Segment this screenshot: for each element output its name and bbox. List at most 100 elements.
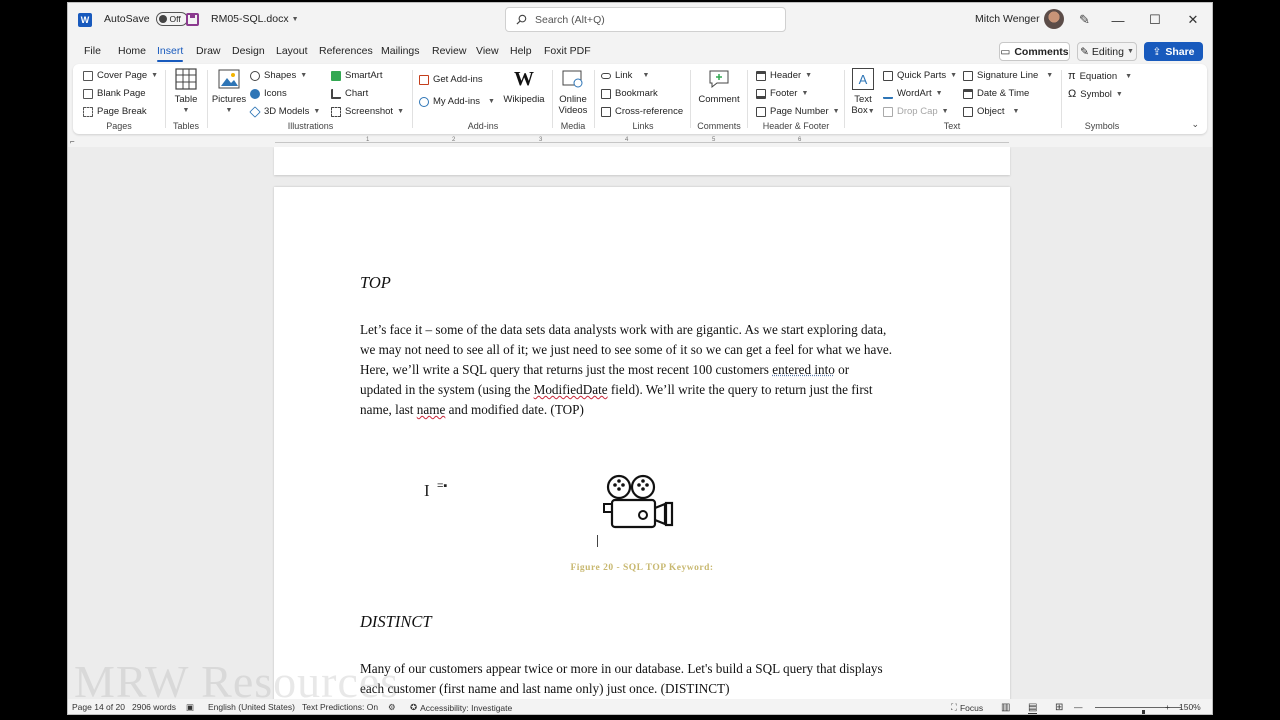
page-count[interactable]: Page 14 of 20 bbox=[72, 702, 125, 712]
tab-review[interactable]: Review bbox=[432, 45, 466, 57]
video-camera-icon[interactable] bbox=[601, 474, 681, 534]
screenshot-icon bbox=[331, 106, 341, 117]
tab-selector-icon[interactable]: ⌐ bbox=[70, 137, 75, 146]
screenshot-button[interactable]: Screenshot ▼ bbox=[331, 106, 404, 117]
user-name[interactable]: Mitch Wenger bbox=[975, 13, 1040, 25]
tab-insert[interactable]: Insert bbox=[157, 45, 184, 62]
page-number-button[interactable]: Page Number ▼ bbox=[756, 106, 840, 117]
print-layout-icon[interactable]: ▤ bbox=[1028, 702, 1038, 714]
paragraph-line: name, last name and modified date. (TOP) bbox=[360, 400, 930, 420]
wikipedia-button[interactable]: W Wikipedia bbox=[501, 68, 547, 106]
3d-models-button[interactable]: 3D Models ▼ bbox=[249, 105, 320, 118]
avatar[interactable] bbox=[1044, 9, 1064, 29]
equation-button[interactable]: π Equation ▼ bbox=[1068, 70, 1132, 82]
zoom-slider-thumb[interactable] bbox=[1142, 710, 1146, 714]
spelling-flagged-text[interactable]: name bbox=[417, 402, 446, 417]
cross-reference-button[interactable]: Cross-reference bbox=[601, 106, 683, 117]
save-icon[interactable] bbox=[186, 13, 199, 26]
signature-line-label: Signature Line bbox=[977, 70, 1039, 81]
editing-mode-button[interactable]: ✎ Editing ▼ bbox=[1077, 42, 1137, 61]
zoom-out-button[interactable]: — bbox=[1074, 702, 1083, 712]
icons-button[interactable]: Icons bbox=[250, 88, 287, 99]
focus-icon: ⛶ bbox=[951, 702, 957, 712]
zoom-level[interactable]: 150% bbox=[1179, 702, 1201, 712]
link-button[interactable]: Link ▼ bbox=[601, 70, 649, 81]
autosave-toggle[interactable]: Off bbox=[155, 12, 188, 26]
header-button[interactable]: Header ▼ bbox=[756, 70, 812, 81]
text-insertion-cursor bbox=[597, 535, 598, 547]
get-addins-button[interactable]: Get Add-ins bbox=[419, 74, 483, 85]
pen-icon[interactable]: ✎ bbox=[1079, 12, 1090, 28]
web-layout-icon[interactable]: ⊞ bbox=[1055, 702, 1063, 713]
paragraph-top[interactable]: Let’s face it – some of the data sets da… bbox=[360, 320, 930, 420]
my-addins-button[interactable]: My Add-ins ▼ bbox=[419, 96, 495, 107]
blank-page-button[interactable]: Blank Page bbox=[83, 88, 146, 99]
language-indicator[interactable]: English (United States) bbox=[208, 702, 295, 712]
text-run: updated in the system (using the bbox=[360, 382, 534, 397]
word-count[interactable]: 2906 words bbox=[132, 702, 176, 712]
text-box-button[interactable]: A Text Box▼ bbox=[847, 68, 879, 117]
screenshot-label: Screenshot bbox=[345, 106, 394, 117]
tab-mailings[interactable]: Mailings bbox=[381, 45, 420, 57]
quick-parts-button[interactable]: Quick Parts ▼ bbox=[883, 70, 957, 81]
quick-parts-label: Quick Parts bbox=[897, 70, 947, 81]
tab-draw[interactable]: Draw bbox=[196, 45, 221, 57]
settings-icon[interactable]: ⚙ bbox=[388, 702, 396, 713]
horizontal-ruler[interactable]: 1 2 3 4 5 6 bbox=[275, 137, 1009, 147]
layout-options-icon[interactable]: =▪ bbox=[437, 480, 447, 492]
table-button[interactable]: Table ▼ bbox=[170, 68, 202, 116]
paragraph-distinct[interactable]: Many of our customers appear twice or mo… bbox=[360, 659, 930, 699]
share-button[interactable]: ⇪ Share bbox=[1144, 42, 1203, 61]
grammar-flagged-text[interactable]: entered into bbox=[772, 362, 835, 377]
tab-view[interactable]: View bbox=[476, 45, 499, 57]
object-button[interactable]: Object ▼ bbox=[963, 106, 1019, 117]
read-mode-icon[interactable]: ▥ bbox=[1001, 702, 1010, 713]
footer-button[interactable]: Footer ▼ bbox=[756, 88, 808, 99]
document-canvas[interactable]: TOP Let’s face it – some of the data set… bbox=[68, 147, 1212, 699]
comments-button[interactable]: ▭ Comments bbox=[999, 42, 1070, 61]
page-break-button[interactable]: Page Break bbox=[83, 106, 147, 117]
chart-button[interactable]: Chart bbox=[331, 88, 368, 99]
search-icon bbox=[516, 14, 527, 25]
status-bar: Page 14 of 20 2906 words ▣ English (Unit… bbox=[68, 699, 1212, 714]
accessibility-status[interactable]: ✪ Accessibility: Investigate bbox=[410, 702, 512, 713]
signature-line-button[interactable]: Signature Line ▼ bbox=[963, 70, 1053, 81]
chevron-down-icon: ▼ bbox=[488, 98, 495, 105]
online-videos-button[interactable]: Online Videos bbox=[555, 68, 591, 116]
zoom-in-button[interactable]: + bbox=[1165, 702, 1170, 712]
tab-references[interactable]: References bbox=[319, 45, 373, 57]
close-button[interactable]: ✕ bbox=[1183, 10, 1203, 30]
focus-mode-button[interactable]: ⛶ Focus bbox=[951, 702, 983, 713]
chevron-down-icon: ▼ bbox=[642, 72, 650, 79]
symbol-button[interactable]: Ω Symbol ▼ bbox=[1068, 88, 1123, 100]
minimize-button[interactable]: — bbox=[1108, 10, 1128, 30]
new-comment-button[interactable]: Comment bbox=[695, 68, 743, 105]
cover-page-button[interactable]: Cover Page ▼ bbox=[83, 70, 158, 81]
bookmark-button[interactable]: Bookmark bbox=[601, 88, 658, 99]
blank-page-icon bbox=[83, 88, 93, 99]
collapse-ribbon-icon[interactable]: ⌄ bbox=[1191, 119, 1199, 130]
spelling-flagged-text[interactable]: ModifiedDate bbox=[534, 382, 608, 397]
filename-text: RM05-SQL.docx bbox=[211, 13, 289, 25]
text-predictions-status[interactable]: Text Predictions: On bbox=[302, 702, 378, 712]
autosave-control[interactable]: AutoSave Off bbox=[104, 12, 188, 26]
smartart-button[interactable]: SmartArt bbox=[331, 70, 382, 81]
tab-home[interactable]: Home bbox=[118, 45, 146, 57]
drop-cap-button[interactable]: Drop Cap ▼ bbox=[883, 106, 949, 117]
search-box[interactable]: Search (Alt+Q) bbox=[505, 7, 786, 32]
tab-help[interactable]: Help bbox=[510, 45, 532, 57]
proofing-status[interactable]: ▣ bbox=[186, 702, 194, 713]
pictures-button[interactable]: Pictures ▼ bbox=[210, 68, 248, 116]
tab-layout[interactable]: Layout bbox=[276, 45, 308, 57]
document-filename[interactable]: RM05-SQL.docx ▼ bbox=[211, 13, 299, 25]
wordart-button[interactable]: WordArt ▼ bbox=[883, 88, 943, 99]
tab-file[interactable]: File bbox=[84, 45, 101, 57]
document-page[interactable]: TOP Let’s face it – some of the data set… bbox=[274, 187, 1010, 699]
maximize-button[interactable]: ☐ bbox=[1145, 10, 1165, 30]
group-label: Media bbox=[560, 121, 586, 131]
autosave-label: AutoSave bbox=[104, 13, 150, 25]
tab-design[interactable]: Design bbox=[232, 45, 265, 57]
tab-foxit-pdf[interactable]: Foxit PDF bbox=[544, 45, 591, 57]
shapes-button[interactable]: Shapes ▼ bbox=[250, 70, 307, 81]
date-time-button[interactable]: Date & Time bbox=[963, 88, 1029, 99]
